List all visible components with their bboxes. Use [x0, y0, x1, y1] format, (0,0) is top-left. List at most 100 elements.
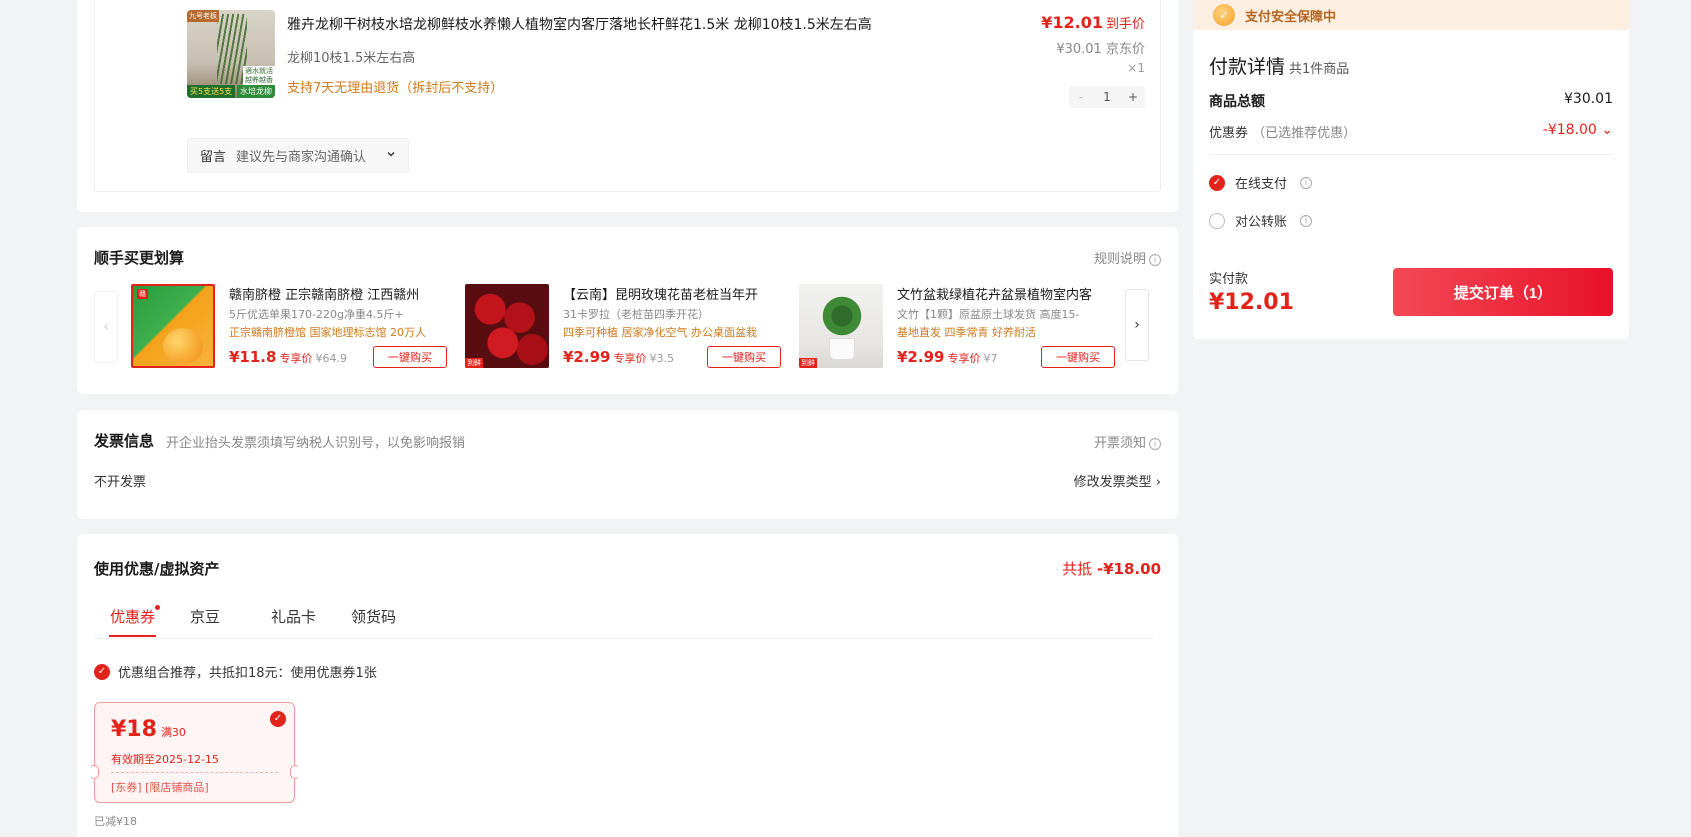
reco-image[interactable]: 到鲜 [465, 284, 549, 368]
coupon-amount: ¥18 满30 [111, 717, 186, 742]
divider [1209, 154, 1613, 155]
final-price: ¥12.01 到手价 [1041, 13, 1145, 32]
prev-arrow-button[interactable]: ‹ [94, 291, 118, 363]
reco-exclusive: 专享价 [947, 352, 981, 365]
orange-graphic [163, 328, 203, 364]
reco-price-value: ¥2.99 [563, 348, 611, 366]
goods-total-label: 商品总额 [1209, 94, 1265, 110]
one-click-buy-button[interactable]: 一键购买 [1041, 346, 1115, 368]
reco-price-value: ¥11.8 [229, 348, 277, 366]
invoice-notice-link[interactable]: 开票须知 i [1094, 432, 1161, 451]
buy-more-section: 顺手买更划算 规则说明 i ‹ 赣 赣南脐橙 正宗赣南脐橙 江西赣州 5斤优选单果… [77, 227, 1178, 394]
coupon-row-label: 优惠券 （已选推荐优惠） [1209, 122, 1356, 141]
reco-price-value: ¥2.99 [897, 348, 945, 366]
brand-logo-icon: 赣 [137, 289, 148, 299]
coupon-item[interactable]: ¥18 满30 有效期至2025-12-15 [东券] [限店铺商品] ✓ [89, 702, 300, 803]
reco-name[interactable]: 【云南】昆明玫瑰花苗老桩当年开 [563, 284, 781, 303]
plant-graphic [817, 292, 867, 340]
coupon-notch [89, 765, 99, 779]
reco-sub: 31卡罗拉（老桩苗四季开花） [563, 308, 709, 321]
info-icon: i [1300, 176, 1313, 189]
reco-orig: ¥3.5 [649, 352, 674, 365]
coupon-row[interactable]: 优惠券 （已选推荐优惠） -¥18.00 ⌄ [1209, 122, 1613, 141]
reco-exclusive: 专享价 [279, 352, 313, 365]
reco-orig: ¥7 [983, 352, 998, 365]
next-arrow-button[interactable]: › [1125, 289, 1149, 361]
coupon-expiry: 有效期至2025-12-15 [111, 753, 219, 766]
reco-tags: 四季可种植 居家净化空气 办公桌面盆栽 [563, 326, 757, 339]
remark-label: 留言 [200, 150, 227, 165]
actual-pay-value: ¥12.01 [1209, 290, 1294, 315]
coupon-divider [111, 772, 278, 773]
reco-orig: ¥64.9 [315, 352, 347, 365]
reco-name[interactable]: 赣南脐橙 正宗赣南脐橙 江西赣州 [229, 284, 447, 303]
reco-item[interactable]: 到鲜 【云南】昆明玫瑰花苗老桩当年开 31卡罗拉（老桩苗四季开花） 四季可种植 … [465, 284, 785, 368]
tab-redeem-code[interactable]: 领货码 [351, 606, 396, 627]
product-title[interactable]: 雅卉龙柳干树枝水培龙柳鲜枝水养懒人植物室内客厅落地长杆鲜花1.5米 龙柳10枝1… [287, 14, 872, 34]
quantity-indicator: ×1 [1127, 61, 1145, 75]
tab-coupon[interactable]: 优惠券 [108, 605, 161, 637]
coupon-tabs: 优惠券 京豆 礼品卡 领货码 [94, 605, 1154, 639]
safe-text: 支付安全保障中 [1245, 9, 1337, 25]
image-tag-green: 水培龙柳 [237, 85, 275, 98]
safe-bar: ✓ 支付安全保障中 [1193, 0, 1629, 30]
reco-item[interactable]: 赣 赣南脐橙 正宗赣南脐橙 江西赣州 5斤优选单果170-220g净重4.5斤+… [131, 284, 451, 368]
rule-link[interactable]: 规则说明 i [1094, 248, 1161, 267]
combo-text: 优惠组合推荐，共抵扣18元：使用优惠券1张 [118, 666, 377, 681]
one-click-buy-button[interactable]: 一键购买 [707, 346, 781, 368]
goods-total-row: 商品总额 ¥30.01 [1209, 91, 1613, 111]
invoice-section: 发票信息 开企业抬头发票须填写纳税人识别号，以免影响报销 开票须知 i 不开发票 … [77, 410, 1178, 519]
jd-price-value: ¥30.01 [1056, 42, 1102, 57]
modify-invoice-link[interactable]: 修改发票类型 › [1074, 471, 1161, 490]
invoice-notice-label: 开票须知 [1093, 436, 1146, 451]
coupon-row-note: （已选推荐优惠） [1252, 126, 1357, 141]
reco-exclusive: 专享价 [613, 352, 647, 365]
coupon-row-title: 优惠券 [1209, 126, 1249, 141]
submit-order-button[interactable]: 提交订单（1） [1393, 268, 1613, 316]
reco-tags: 正宗赣南脐橙馆 国家地理标志馆 20万人 [229, 326, 426, 339]
radio-icon [1209, 212, 1225, 229]
pay-option-transfer[interactable]: 对公转账 i [1209, 211, 1313, 230]
jd-price: ¥30.01 京东价 [1056, 38, 1145, 57]
coupon-threshold: 满30 [160, 726, 186, 739]
reco-sub: 5斤优选单果170-220g净重4.5斤+ [229, 308, 404, 321]
payment-panel: ✓ 支付安全保障中 付款详情 共1件商品 商品总额 ¥30.01 优惠券 （已选推… [1193, 0, 1629, 339]
remark-field[interactable]: 留言 建议先与商家沟通确认 [187, 138, 409, 173]
info-icon: i [1149, 438, 1161, 450]
invoice-title: 发票信息 [94, 432, 155, 450]
one-click-buy-button[interactable]: 一键购买 [373, 346, 447, 368]
image-tag-top: 九号老板 [187, 10, 219, 22]
reco-image[interactable]: 赣 [131, 284, 215, 368]
reco-price: ¥2.99 专享价 ¥7 [897, 348, 997, 366]
info-icon: i [1300, 214, 1313, 227]
info-icon: i [1149, 254, 1161, 266]
reco-item[interactable]: 到鲜 文竹盆栽绿植花卉盆景植物室内客 文竹【1颗】原盆原土球发货 高度15- 基… [799, 284, 1119, 368]
tab-jingdou[interactable]: 京豆 [190, 606, 220, 627]
combo-recommend[interactable]: ✓ 优惠组合推荐，共抵扣18元：使用优惠券1张 [94, 662, 377, 681]
goods-total-value: ¥30.01 [1564, 91, 1613, 107]
tab-gift-card[interactable]: 礼品卡 [271, 606, 316, 627]
payment-title: 付款详情 共1件商品 [1209, 52, 1349, 79]
product-card: 九号老板 適水就活 越养越香 水培龙柳 买5支送5支 雅卉龙柳干树枝水培龙柳鲜枝… [77, 0, 1178, 212]
rule-link-label: 规则说明 [1093, 252, 1146, 267]
reco-image[interactable]: 到鲜 [799, 284, 883, 368]
reduced-amount: 已减¥18 [94, 815, 137, 828]
coupon-row-value[interactable]: -¥18.00 ⌄ [1543, 122, 1613, 141]
item-count: 共1件商品 [1289, 62, 1350, 77]
new-dot-icon [155, 605, 161, 610]
decrease-button[interactable]: - [1073, 90, 1089, 104]
product-spec: 龙柳10枝1.5米左右高 [287, 51, 416, 66]
tab-coupon-label: 优惠券 [110, 608, 156, 626]
jd-price-label: 京东价 [1105, 42, 1145, 57]
payment-title-label: 付款详情 [1209, 56, 1286, 78]
coupon-notch [290, 765, 300, 779]
pay-option-label: 对公转账 [1235, 215, 1288, 230]
increase-button[interactable]: + [1125, 90, 1141, 104]
quantity-value[interactable]: 1 [1103, 90, 1111, 104]
reco-sub: 文竹【1颗】原盆原土球发货 高度15- [897, 308, 1080, 321]
reco-name[interactable]: 文竹盆栽绿植花卉盆景植物室内客 [897, 284, 1115, 303]
total-deduction-label: 共抵 [1062, 560, 1093, 578]
pay-option-online[interactable]: ✓ 在线支付 i [1209, 173, 1313, 192]
product-image[interactable]: 九号老板 適水就活 越养越香 水培龙柳 买5支送5支 [187, 10, 275, 98]
coupon-scope: [东券] [限店铺商品] [111, 781, 209, 794]
